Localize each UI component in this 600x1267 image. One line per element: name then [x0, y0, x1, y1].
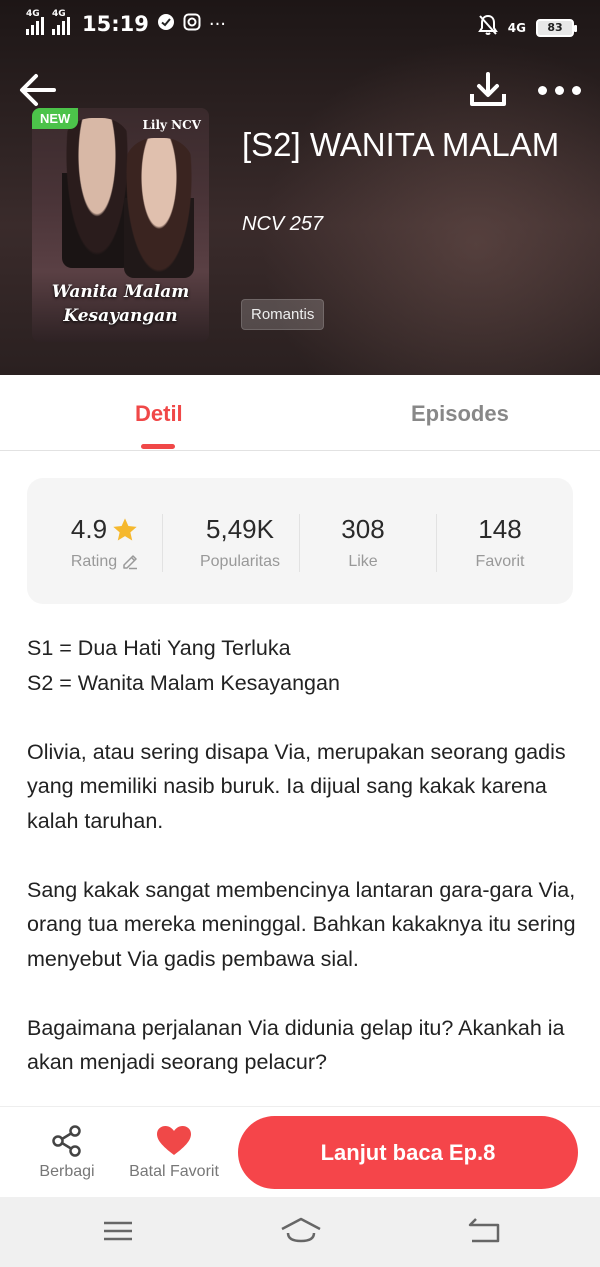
- stat-favorite: 148 Favorit: [432, 514, 568, 571]
- network-4g-indicator: 4G: [507, 20, 526, 35]
- tab-detil[interactable]: Detil: [135, 401, 183, 427]
- dot-icon: [555, 85, 564, 95]
- tab-episodes[interactable]: Episodes: [411, 401, 509, 427]
- cover-figure: [62, 118, 132, 268]
- arrow-left-icon: [20, 74, 56, 106]
- cover-figure: [124, 138, 194, 278]
- home-button[interactable]: [280, 1215, 321, 1247]
- network-type-label: 4G: [26, 9, 40, 19]
- stats-card: 4.9 Rating 5,49K Popularitas 308 Like 14…: [27, 478, 573, 604]
- status-bar-right: 4G 83: [477, 14, 577, 41]
- network-type-label: 4G: [52, 9, 66, 19]
- more-options-button[interactable]: [538, 78, 584, 102]
- rating-label: Rating: [70, 553, 118, 570]
- popularity-label: Popularitas: [199, 553, 281, 570]
- heart-icon: [157, 1126, 191, 1155]
- home-icon: [281, 1217, 321, 1243]
- book-author[interactable]: NCV 257: [242, 213, 323, 236]
- cover-title-line: Kesayangan: [63, 306, 178, 326]
- popularity-value: 5,49K: [206, 514, 274, 544]
- season-line: S2 = Wanita Malam Kesayangan: [27, 670, 340, 695]
- stat-rating[interactable]: 4.9 Rating: [37, 514, 173, 571]
- menu-button[interactable]: [98, 1215, 138, 1247]
- stat-like: 308 Like: [295, 514, 431, 571]
- favorite-value: 148: [478, 514, 522, 544]
- share-button[interactable]: Berbagi: [37, 1123, 97, 1181]
- favorite-label: Favorit: [475, 553, 525, 570]
- return-icon: [468, 1218, 500, 1243]
- cover-title-line: Wanita Malam: [51, 282, 190, 302]
- cover-title: Wanita Malam Kesayangan: [32, 280, 209, 328]
- active-tab-indicator: [141, 444, 175, 449]
- download-icon: [470, 72, 506, 106]
- menu-icon: [104, 1221, 132, 1241]
- notification-check-icon: [157, 13, 175, 36]
- unfavorite-button[interactable]: Batal Favorit: [124, 1123, 224, 1181]
- dot-icon: [572, 85, 581, 95]
- book-cover[interactable]: NEW Lily NCV Wanita Malam Kesayangan: [32, 108, 209, 342]
- status-bar-left: 4G 4G 15:19 ···: [26, 9, 227, 36]
- description-paragraph: Bagaimana perjalanan Via didunia gelap i…: [27, 1015, 565, 1075]
- season-line: S1 = Dua Hati Yang Terluka: [27, 636, 291, 660]
- share-icon: [52, 1125, 81, 1157]
- more-notifications-icon: ···: [208, 13, 227, 35]
- battery-icon: 83: [536, 18, 577, 37]
- dot-icon: [538, 85, 547, 95]
- book-description: S1 = Dua Hati Yang Terluka S2 = Wanita M…: [27, 631, 579, 1080]
- status-bar: 4G 4G 15:19 ··· 4G 83: [0, 0, 600, 54]
- instagram-icon: [183, 13, 201, 36]
- stat-divider: [162, 514, 163, 572]
- cover-author: Lily NCV: [142, 118, 201, 132]
- unfavorite-label: Batal Favorit: [129, 1163, 219, 1180]
- like-label: Like: [348, 553, 378, 570]
- stat-popularity: 5,49K Popularitas: [172, 514, 308, 571]
- pencil-icon: [123, 555, 138, 570]
- rating-value: 4.9: [70, 514, 108, 544]
- book-header: 4G 4G 15:19 ··· 4G 83 NEW Lily NCV Wanit…: [0, 0, 600, 375]
- star-icon: [113, 517, 137, 540]
- clock: 15:19: [82, 12, 149, 36]
- like-value: 308: [341, 514, 385, 544]
- new-badge: NEW: [32, 108, 79, 129]
- mute-bell-icon: [477, 14, 498, 41]
- signal-icon: 4G: [52, 9, 70, 35]
- bottom-action-bar: Berbagi Batal Favorit Lanjut baca Ep.8: [0, 1106, 600, 1197]
- back-nav-button[interactable]: [464, 1215, 504, 1247]
- continue-reading-button[interactable]: Lanjut baca Ep.8: [238, 1116, 578, 1189]
- back-button[interactable]: [18, 70, 58, 110]
- description-paragraph: Sang kakak sangat membencinya lantaran g…: [27, 877, 576, 971]
- description-paragraph: Olivia, atau sering disapa Via, merupaka…: [27, 739, 566, 833]
- book-title: [S2] WANITA MALAM: [242, 126, 560, 163]
- download-button[interactable]: [468, 70, 508, 110]
- tab-bar: Detil Episodes: [0, 375, 600, 451]
- genre-tag[interactable]: Romantis: [241, 299, 325, 330]
- signal-icon: 4G: [26, 9, 44, 35]
- share-label: Berbagi: [39, 1163, 95, 1180]
- system-navigation-bar: [0, 1197, 600, 1267]
